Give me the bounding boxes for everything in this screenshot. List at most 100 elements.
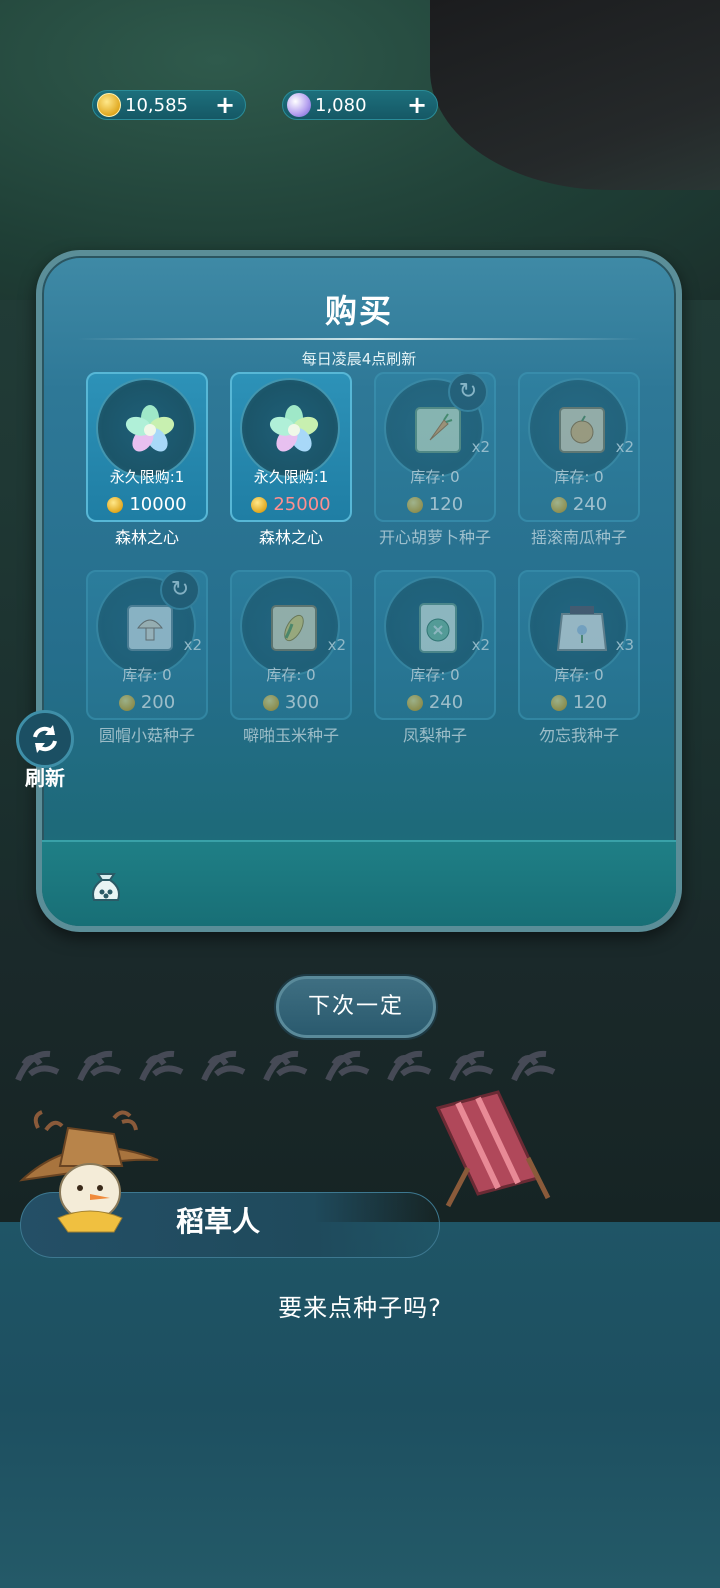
- leaf-icon: [77, 1050, 122, 1082]
- moon-currency: 1,080 +: [282, 90, 438, 120]
- item-name: 森林之心: [258, 528, 323, 547]
- leaf-icon: [325, 1050, 370, 1082]
- item-price: 10000: [86, 494, 208, 515]
- item-name: 勿忘我种子: [538, 726, 619, 745]
- scarecrow-avatar: [18, 1110, 159, 1233]
- shop-item[interactable]: x3 库存: 0 120 勿忘我种子: [518, 570, 640, 748]
- item-stock: 永久限购:1: [109, 468, 185, 486]
- item-price: 300: [230, 692, 352, 713]
- carrot-seed-icon: [415, 407, 461, 453]
- item-icon-frame: [384, 576, 484, 676]
- leaf-icon: [387, 1050, 432, 1082]
- item-multiplier: x2: [183, 636, 202, 654]
- title-divider: [78, 338, 640, 340]
- price-value: 240: [572, 494, 608, 515]
- coin-icon: [262, 694, 279, 711]
- price-value: 120: [428, 494, 464, 515]
- coin-icon: [118, 694, 135, 711]
- price-value: 200: [140, 692, 176, 713]
- item-stock: 永久限购:1: [253, 468, 329, 486]
- forest-heart-icon: [125, 405, 175, 452]
- item-multiplier: x2: [471, 636, 490, 654]
- leaf-icon: [139, 1050, 184, 1082]
- price-value: 240: [428, 692, 464, 713]
- item-name: 森林之心: [114, 528, 179, 547]
- price-value: 25000: [273, 494, 331, 515]
- shop-item[interactable]: 永久限购:1 10000 森林之心: [86, 372, 208, 550]
- deck-chair-icon: [435, 1090, 551, 1208]
- item-stock: 库存: 0: [554, 468, 604, 486]
- item-price: 200: [86, 692, 208, 713]
- item-icon-frame: [96, 378, 196, 478]
- shop-item[interactable]: x2 库存: 0 300 噼啪玉米种子: [230, 570, 352, 748]
- refresh-note: 每日凌晨4点刷新: [301, 350, 417, 368]
- pumpkin-seed-icon: [559, 407, 605, 453]
- item-price: 120: [518, 692, 640, 713]
- item-icon-frame: [240, 378, 340, 478]
- item-stock: 库存: 0: [410, 468, 460, 486]
- item-stock: 库存: 0: [410, 666, 460, 684]
- dialog-box[interactable]: [0, 1222, 720, 1588]
- pineapple-seed-icon: [419, 603, 457, 653]
- forest-heart-icon: [269, 405, 319, 452]
- price-value: 10000: [129, 494, 187, 515]
- item-multiplier: x3: [615, 636, 634, 654]
- item-name: 圆帽小菇种子: [98, 726, 195, 745]
- gold-amount: 10,585: [125, 94, 188, 116]
- item-price: 240: [374, 692, 496, 713]
- mushroom-seed-icon: [127, 605, 173, 651]
- moon-gem-icon: [287, 93, 311, 117]
- item-price: 120: [374, 494, 496, 515]
- forget-me-not-seed-icon: [556, 606, 608, 651]
- coin-icon: [251, 496, 268, 513]
- refresh-label: 刷新: [25, 766, 65, 790]
- shop-title: 购买: [324, 292, 393, 330]
- next-time-button[interactable]: 下次一定: [276, 976, 436, 1038]
- shop-panel: 购买 每日凌晨4点刷新 永久限购:1 10000 森林之心 永久限购:1 250…: [36, 250, 682, 932]
- item-stock: 库存: 0: [266, 666, 316, 684]
- moon-amount: 1,080: [315, 94, 367, 116]
- restock-icon: ↻: [448, 372, 488, 412]
- speaker-name: 稻草人: [176, 1205, 261, 1238]
- item-stock: 库存: 0: [554, 666, 604, 684]
- shop-item[interactable]: ↻ x2 库存: 0 120 开心胡萝卜种子: [374, 372, 496, 550]
- gold-currency: 10,585 +: [92, 90, 246, 120]
- leaf-icon: [511, 1050, 556, 1082]
- price-value: 120: [572, 692, 608, 713]
- item-multiplier: x2: [327, 636, 346, 654]
- coin-icon: [550, 496, 567, 513]
- leaf-icon: [15, 1050, 60, 1082]
- coin-icon: [406, 496, 423, 513]
- shop-item[interactable]: 永久限购:1 25000 森林之心: [230, 372, 352, 550]
- item-name: 噼啪玉米种子: [242, 726, 339, 745]
- leaf-icon: [449, 1050, 494, 1082]
- add-moon-button[interactable]: +: [403, 91, 431, 119]
- item-name: 凤梨种子: [402, 726, 467, 745]
- item-name: 摇滚南瓜种子: [530, 528, 627, 547]
- seed-bag-icon[interactable]: [86, 866, 126, 906]
- add-gold-button[interactable]: +: [211, 91, 239, 119]
- item-name: 开心胡萝卜种子: [378, 528, 491, 547]
- refresh-icon: [33, 725, 57, 753]
- item-icon-frame: [528, 378, 628, 478]
- shop-item[interactable]: x2 库存: 0 240 摇滚南瓜种子: [518, 372, 640, 550]
- corn-seed-icon: [271, 605, 317, 651]
- shop-item[interactable]: ↻ x2 库存: 0 200 圆帽小菇种子: [86, 570, 208, 748]
- price-value: 300: [284, 692, 320, 713]
- restock-icon: ↻: [160, 570, 200, 610]
- item-multiplier: x2: [615, 438, 634, 456]
- item-stock: 库存: 0: [122, 666, 172, 684]
- leaf-icon: [263, 1050, 308, 1082]
- refresh-button[interactable]: [16, 710, 74, 768]
- coin-icon: [107, 496, 124, 513]
- panel-footer: [42, 840, 676, 926]
- item-price: 25000: [230, 494, 352, 515]
- dialog-text: 要来点种子吗?: [278, 1294, 442, 1322]
- leaf-icon: [201, 1050, 246, 1082]
- item-multiplier: x2: [471, 438, 490, 456]
- item-price: 240: [518, 494, 640, 515]
- item-icon-frame: [528, 576, 628, 676]
- shop-item[interactable]: x2 库存: 0 240 凤梨种子: [374, 570, 496, 748]
- gold-coin-icon: [97, 93, 121, 117]
- decorative-leaves: [10, 1044, 570, 1092]
